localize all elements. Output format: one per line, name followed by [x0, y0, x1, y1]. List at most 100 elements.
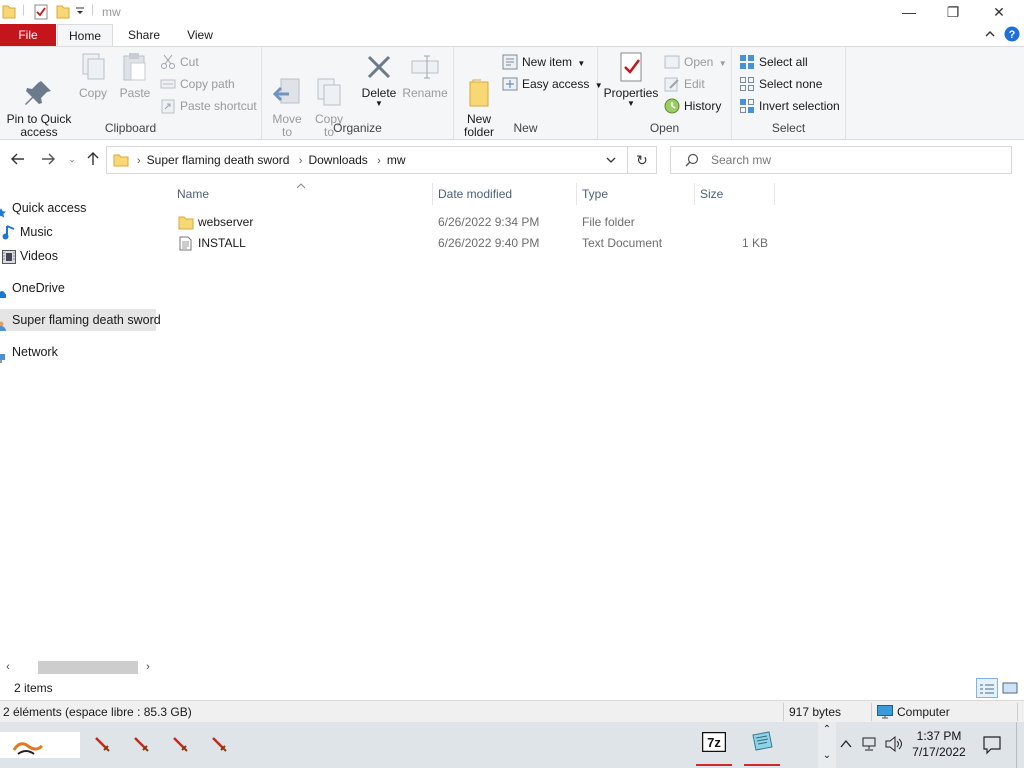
- close-button[interactable]: ✕: [976, 0, 1022, 24]
- select-all-button[interactable]: Select all: [739, 52, 808, 72]
- new-item-button[interactable]: New item ▼: [502, 52, 585, 72]
- group-label-select: Select: [771, 121, 806, 135]
- 7zip-taskbar-button[interactable]: 7z: [694, 728, 734, 766]
- breadcrumb-item[interactable]: mw: [387, 153, 406, 167]
- help-icon[interactable]: ?: [1004, 26, 1020, 45]
- properties-qa-icon[interactable]: [33, 4, 49, 23]
- notepad-taskbar-button[interactable]: [742, 728, 782, 766]
- nav-item-music[interactable]: Music: [0, 221, 156, 243]
- select-none-button[interactable]: Select none: [739, 74, 822, 94]
- chevron-right-icon[interactable]: ›: [299, 155, 303, 167]
- search-box[interactable]: Search mw: [670, 146, 1012, 174]
- rename-button[interactable]: Rename: [402, 51, 448, 100]
- notifications-icon[interactable]: [982, 735, 1002, 758]
- copy-path-button[interactable]: Copy path: [160, 74, 235, 94]
- file-type: File folder: [582, 215, 635, 229]
- up-button[interactable]: [83, 149, 103, 169]
- scroll-right-icon[interactable]: ›: [140, 658, 156, 676]
- selection-size-text: 917 bytes: [789, 705, 842, 719]
- file-row-webserver[interactable]: webserver 6/26/2022 9:34 PM File folder: [172, 212, 792, 233]
- chevron-right-icon[interactable]: ›: [377, 155, 381, 167]
- delete-button[interactable]: Delete ▼: [358, 51, 400, 108]
- copy-to-icon: [313, 64, 345, 106]
- start-button[interactable]: [0, 732, 80, 758]
- nav-item-onedrive[interactable]: OneDrive: [0, 277, 156, 299]
- qa-dropdown-icon[interactable]: [75, 5, 85, 19]
- paste-shortcut-icon: [160, 98, 176, 114]
- collapse-ribbon-icon[interactable]: [984, 28, 996, 43]
- flaming-sword-icon[interactable]: [205, 728, 245, 762]
- open-dropdown-icon: ▼: [718, 59, 727, 68]
- column-header-date[interactable]: Date modified: [433, 183, 577, 205]
- separator: |: [22, 2, 26, 16]
- location-text: Computer: [897, 705, 950, 719]
- chevron-right-icon[interactable]: ›: [137, 155, 141, 167]
- refresh-button[interactable]: ↻: [627, 146, 657, 174]
- edit-button[interactable]: Edit: [664, 74, 705, 94]
- details-bar: 2 éléments (espace libre : 85.3 GB) 917 …: [0, 700, 1024, 722]
- properties-dropdown-icon[interactable]: ▼: [602, 100, 660, 108]
- breadcrumb-item[interactable]: Super flaming death sword: [147, 153, 290, 167]
- paste-shortcut-button[interactable]: Paste shortcut: [160, 96, 257, 116]
- clock-time: 1:37 PM: [916, 729, 962, 743]
- breadcrumb: › Super flaming death sword › Downloads › m…: [137, 147, 412, 173]
- minimize-button[interactable]: —: [886, 0, 932, 24]
- copy-path-icon: [160, 76, 176, 92]
- nav-item-label: Music: [20, 225, 53, 239]
- taskbar-scroll[interactable]: ⌃ ⌄: [818, 722, 836, 768]
- new-folder-qa-icon[interactable]: [56, 4, 70, 23]
- group-open: Properties ▼ Open ▼ Edit History Open: [598, 47, 732, 139]
- properties-button[interactable]: Properties ▼: [602, 51, 660, 108]
- invert-selection-button[interactable]: Invert selection: [739, 96, 840, 116]
- edit-icon: [664, 76, 680, 92]
- column-header-type[interactable]: Type: [577, 183, 695, 205]
- file-row-install[interactable]: INSTALL 6/26/2022 9:40 PM Text Document …: [172, 233, 792, 254]
- scroll-left-icon[interactable]: ‹: [0, 658, 16, 676]
- cut-button[interactable]: Cut: [160, 52, 199, 72]
- copy-icon: [77, 51, 109, 83]
- tab-view[interactable]: View: [176, 24, 224, 46]
- divider: [1017, 703, 1018, 721]
- nav-item-user-folder[interactable]: Super flaming death sword: [0, 309, 161, 331]
- nav-item-label: Super flaming death sword: [12, 313, 161, 327]
- tab-share[interactable]: Share: [118, 24, 170, 46]
- back-button[interactable]: [8, 149, 28, 169]
- nav-item-quick-access[interactable]: Quick access: [0, 197, 156, 219]
- clock[interactable]: 1:37 PM 7/17/2022: [902, 728, 976, 760]
- column-header-size[interactable]: Size: [695, 183, 775, 205]
- chevron-down-icon[interactable]: [605, 154, 617, 169]
- paste-button[interactable]: Paste: [116, 51, 154, 100]
- large-icons-view-button[interactable]: [999, 678, 1021, 698]
- chevron-up-icon[interactable]: ⌃: [818, 722, 836, 738]
- select-none-label: Select none: [759, 77, 823, 91]
- delete-dropdown-icon[interactable]: ▼: [358, 100, 400, 108]
- nav-pane-scrollbar[interactable]: ‹ ›: [0, 658, 156, 676]
- details-view-button[interactable]: [976, 678, 998, 698]
- history-button[interactable]: History: [664, 96, 721, 116]
- scrollbar-thumb[interactable]: [38, 661, 138, 674]
- open-button[interactable]: Open ▼: [664, 52, 727, 72]
- tab-file[interactable]: File: [0, 24, 56, 46]
- copy-button[interactable]: Copy: [76, 51, 110, 100]
- easy-access-button[interactable]: Easy access ▼: [502, 74, 603, 94]
- show-desktop-button[interactable]: [1016, 722, 1024, 768]
- copy-label: Copy: [78, 86, 107, 100]
- chevron-down-icon[interactable]: ⌄: [818, 748, 836, 764]
- breadcrumb-item[interactable]: Downloads: [308, 153, 367, 167]
- column-header-name[interactable]: Name: [172, 183, 433, 205]
- maximize-button[interactable]: ❐: [930, 0, 976, 24]
- recent-locations-button[interactable]: ⌄: [62, 149, 82, 169]
- tab-home[interactable]: Home: [57, 24, 113, 46]
- active-indicator: [696, 764, 732, 766]
- user-icon: [0, 316, 6, 338]
- flaming-sword-icon[interactable]: [88, 728, 128, 762]
- volume-icon[interactable]: [884, 735, 904, 756]
- forward-button[interactable]: [38, 149, 58, 169]
- flaming-sword-icon[interactable]: [166, 728, 206, 762]
- network-status-icon[interactable]: [861, 736, 879, 755]
- flaming-sword-icon[interactable]: [127, 728, 167, 762]
- show-hidden-icons-icon[interactable]: [840, 738, 852, 752]
- nav-item-network[interactable]: Network: [0, 341, 156, 363]
- address-bar[interactable]: › Super flaming death sword › Downloads › m…: [106, 146, 628, 174]
- nav-item-videos[interactable]: Videos: [0, 245, 156, 267]
